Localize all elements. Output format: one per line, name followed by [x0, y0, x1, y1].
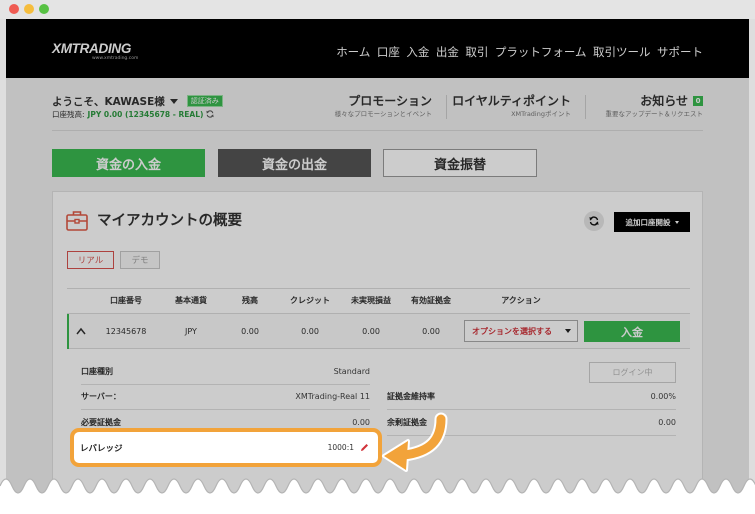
torn-edge [0, 478, 755, 514]
zoom-window-button[interactable] [39, 4, 49, 14]
minimize-window-button[interactable] [24, 4, 34, 14]
pencil-icon[interactable] [360, 443, 369, 452]
browser-viewport: XMTRADING www.xmtrading.com ホーム 口座 入金 出金… [6, 19, 749, 514]
leverage-value: 1000:1 [327, 443, 354, 452]
leverage-label: レバレッジ [80, 443, 123, 454]
browser-titlebar [0, 0, 755, 19]
detail-leverage: レバレッジ 1000:1 [70, 428, 382, 467]
close-window-button[interactable] [9, 4, 19, 14]
